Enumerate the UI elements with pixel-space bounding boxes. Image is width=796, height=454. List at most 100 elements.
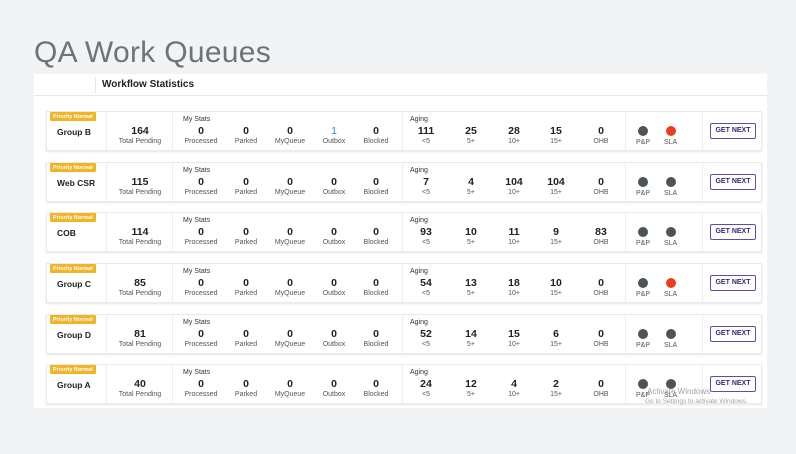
myqueue-stat-label: MyQueue	[274, 290, 306, 297]
blocked-stat: 0 Blocked	[351, 315, 401, 348]
get-next-button[interactable]: GET NEXT	[710, 224, 756, 240]
processed-stat-value: 0	[198, 277, 204, 289]
queue-name-cell: Priority Normal COB	[47, 213, 107, 251]
parked-stat: 0 Parked	[221, 213, 271, 246]
queue-name[interactable]: COB	[57, 228, 76, 238]
blocked-stat-value: 0	[373, 378, 379, 390]
parked-stat-value: 0	[243, 176, 249, 188]
get-next-button[interactable]: GET NEXT	[710, 123, 756, 139]
processed-stat-value: 0	[198, 125, 204, 137]
parked-stat-label: Parked	[234, 239, 258, 246]
divider	[95, 77, 96, 93]
blocked-stat-label: Blocked	[363, 341, 389, 348]
blocked-stat: 0 Blocked	[351, 112, 401, 145]
sla-label: SLA	[664, 291, 678, 298]
myqueue-stat: 0 MyQueue	[265, 315, 315, 348]
queue-name[interactable]: Web CSR	[57, 178, 95, 188]
ohb-stat-label: OHB	[593, 138, 609, 145]
myqueue-stat-label: MyQueue	[274, 189, 306, 196]
processed-stat-label: Processed	[184, 341, 218, 348]
processed-stat-label: Processed	[184, 239, 218, 246]
pp-status-icon	[638, 126, 648, 136]
parked-stat: 0 Parked	[221, 163, 271, 196]
divider	[702, 264, 703, 302]
total-pending-cell: 85 Total Pending	[108, 264, 173, 302]
aging-15-stat-label: 15+	[550, 391, 562, 398]
total-pending-label: Total Pending	[118, 341, 162, 348]
total-pending-value: 85	[134, 277, 146, 289]
processed-stat-label: Processed	[184, 391, 218, 398]
aging-15-stat-label: 15+	[550, 138, 562, 145]
processed-stat: 0 Processed	[176, 112, 226, 145]
divider	[625, 213, 626, 251]
queue-name[interactable]: Group B	[57, 127, 91, 137]
blocked-stat-label: Blocked	[363, 239, 389, 246]
get-next-button[interactable]: GET NEXT	[710, 376, 756, 392]
ohb-stat-label: OHB	[593, 290, 609, 297]
sla-status-icon	[666, 177, 676, 187]
workflow-statistics-bar: Workflow Statistics	[34, 74, 767, 96]
total-pending-label: Total Pending	[118, 391, 162, 398]
queue-row: Priority Normal Group B 164 Total Pendin…	[46, 111, 762, 151]
queue-row: Priority Normal COB 114 Total Pending My…	[46, 212, 762, 252]
blocked-stat-value: 0	[373, 176, 379, 188]
ohb-stat-label: OHB	[593, 189, 609, 196]
processed-stat-label: Processed	[184, 290, 218, 297]
pp-status-icon	[638, 329, 648, 339]
aging-lt5-stat: 52 <5	[401, 315, 451, 348]
myqueue-stat-value: 0	[287, 328, 293, 340]
blocked-stat-value: 0	[373, 125, 379, 137]
aging-15-stat-value: 6	[553, 328, 559, 340]
aging-15-stat: 6 15+	[531, 315, 581, 348]
ohb-stat-label: OHB	[593, 341, 609, 348]
aging-15-stat: 104 15+	[531, 163, 581, 196]
parked-stat-value: 0	[243, 226, 249, 238]
parked-stat-label: Parked	[234, 290, 258, 297]
processed-stat: 0 Processed	[176, 365, 226, 398]
aging-lt5-stat: 111 <5	[401, 112, 451, 145]
divider	[702, 112, 703, 150]
pp-status-icon	[638, 177, 648, 187]
parked-stat: 0 Parked	[221, 315, 271, 348]
sla-label: SLA	[664, 342, 678, 349]
myqueue-stat-label: MyQueue	[274, 239, 306, 246]
blocked-stat: 0 Blocked	[351, 163, 401, 196]
processed-stat: 0 Processed	[176, 213, 226, 246]
ohb-stat-label: OHB	[593, 391, 609, 398]
aging-lt5-stat-value: 52	[420, 328, 432, 340]
get-next-button[interactable]: GET NEXT	[710, 275, 756, 291]
queue-name-cell: Priority Normal Group C	[47, 264, 107, 302]
aging-15-stat: 9 15+	[531, 213, 581, 246]
divider	[625, 315, 626, 353]
myqueue-stat: 0 MyQueue	[265, 163, 315, 196]
myqueue-stat-value: 0	[287, 378, 293, 390]
divider	[702, 213, 703, 251]
processed-stat-value: 0	[198, 378, 204, 390]
myqueue-stat: 0 MyQueue	[265, 264, 315, 297]
get-next-button[interactable]: GET NEXT	[710, 174, 756, 190]
processed-stat-label: Processed	[184, 189, 218, 196]
queue-name[interactable]: Group A	[57, 380, 91, 390]
ohb-stat-label: OHB	[593, 239, 609, 246]
sla-label: SLA	[664, 139, 678, 146]
aging-15-stat: 10 15+	[531, 264, 581, 297]
priority-badge: Priority Normal	[50, 163, 96, 172]
processed-stat: 0 Processed	[176, 163, 226, 196]
aging-15-stat-label: 15+	[550, 239, 562, 246]
myqueue-stat: 0 MyQueue	[265, 112, 315, 145]
ohb-stat: 0 OHB	[576, 163, 626, 196]
parked-stat: 0 Parked	[221, 264, 271, 297]
queue-name[interactable]: Group C	[57, 279, 91, 289]
get-next-button[interactable]: GET NEXT	[710, 326, 756, 342]
divider	[625, 112, 626, 150]
myqueue-stat-value: 0	[287, 125, 293, 137]
parked-stat-value: 0	[243, 277, 249, 289]
blocked-stat: 0 Blocked	[351, 264, 401, 297]
total-pending-value: 115	[131, 176, 149, 188]
myqueue-stat-label: MyQueue	[274, 341, 306, 348]
ohb-stat: 0 OHB	[576, 315, 626, 348]
ohb-stat-value: 0	[598, 176, 604, 188]
queue-name[interactable]: Group D	[57, 330, 91, 340]
pp-status-icon	[638, 278, 648, 288]
processed-stat: 0 Processed	[176, 315, 226, 348]
